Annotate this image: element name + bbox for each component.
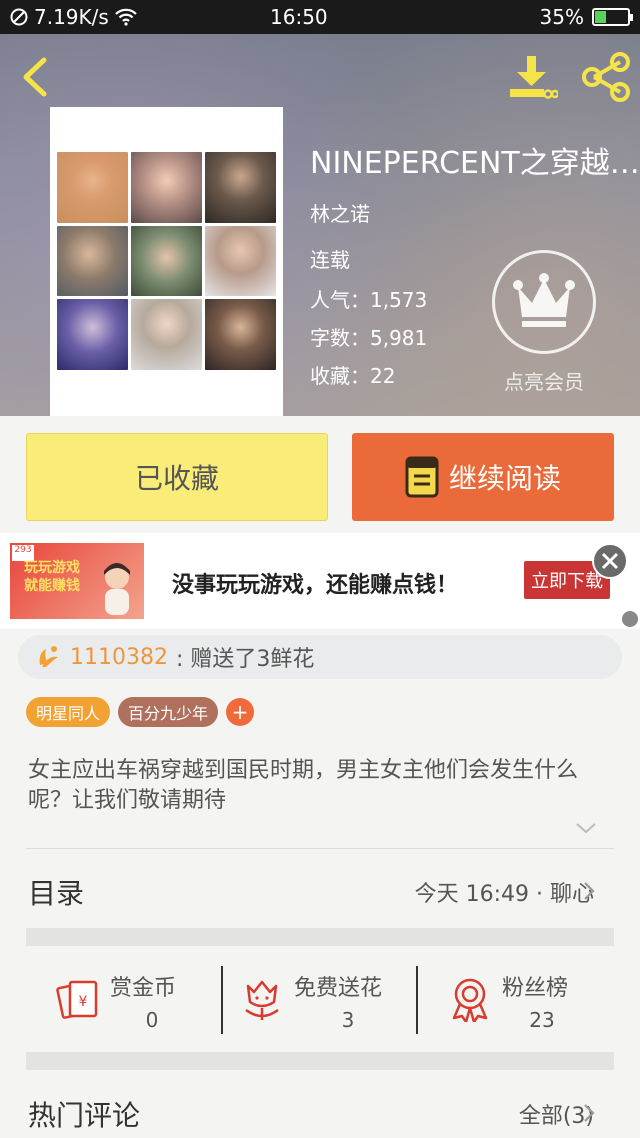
wifi-icon: [115, 8, 137, 26]
section-separator: [26, 928, 614, 946]
continue-label: 继续阅读: [448, 462, 561, 495]
chevron-down-icon[interactable]: [574, 820, 598, 836]
book-author[interactable]: 林之诺: [310, 198, 370, 227]
book-cover[interactable]: [50, 107, 283, 416]
cover-image: [57, 152, 276, 370]
download-icon[interactable]: [508, 54, 558, 100]
ad-thumb-text: 玩玩游戏 就能赚钱: [24, 560, 80, 594]
add-tag-button[interactable]: +: [226, 698, 255, 726]
chevron-right-icon[interactable]: [582, 1102, 596, 1124]
back-icon[interactable]: [14, 54, 54, 100]
book-popularity: 人气：1,573: [310, 288, 428, 312]
catalog-latest[interactable]: 今天 16:49 · 聊心: [415, 876, 594, 908]
status-bar: 7.19K/s 16:50 35%: [0, 0, 640, 34]
battery-percent: 35%: [539, 5, 584, 29]
reward-coins[interactable]: ¥ 赏金币 0: [56, 962, 206, 1038]
reward-value: 0: [145, 1008, 159, 1032]
stat-divider: [416, 966, 418, 1034]
share-icon[interactable]: [580, 52, 632, 102]
dnd-icon: [10, 8, 28, 26]
flower-icon: [245, 980, 279, 1020]
network-speed: 7.19K/s: [34, 5, 109, 29]
medal-icon: [452, 978, 488, 1022]
close-icon: [601, 552, 619, 570]
status-right: 35%: [539, 5, 633, 29]
ad-banner[interactable]: 293 玩玩游戏 就能赚钱 没事玩玩游戏，还能赚点钱！ 立即下载: [0, 533, 640, 629]
fans-value: 23: [529, 1008, 555, 1032]
section-separator: [26, 1052, 614, 1070]
fans-ranking[interactable]: 粉丝榜 23: [448, 962, 598, 1038]
stat-divider: [221, 966, 223, 1034]
hot-comments-label: 热门评论: [28, 1099, 141, 1132]
flower-icon: [39, 646, 58, 667]
status-time: 16:50: [270, 5, 328, 29]
battery-level: [595, 11, 607, 23]
tag-list: 明星同人 百分九少年 +: [26, 697, 255, 727]
flowers-label: 免费送花: [294, 976, 383, 1001]
free-flowers[interactable]: 免费送花 3: [240, 962, 410, 1038]
ad-mark-icon: [622, 611, 638, 627]
collected-button[interactable]: 已收藏: [26, 433, 328, 521]
stats-row: ¥ 赏金币 0 免费送花 3 粉丝榜 23: [0, 962, 640, 1038]
book-status: 连载: [310, 248, 350, 272]
vip-label: 点亮会员: [504, 370, 584, 394]
ad-character-icon: [104, 563, 130, 615]
tag-nine-percent[interactable]: 百分九少年: [118, 697, 219, 727]
collected-label: 已收藏: [134, 462, 219, 495]
ad-close-button[interactable]: [592, 543, 628, 579]
vip-button[interactable]: [492, 250, 596, 354]
catalog-label[interactable]: 目录: [28, 872, 84, 912]
fans-label: 粉丝榜: [502, 976, 569, 1001]
tag-star-fanfic[interactable]: 明星同人: [26, 697, 111, 727]
gift-text: : 赠送了3鲜花: [175, 647, 315, 672]
ad-text: 没事玩玩游戏，还能赚点钱！: [172, 573, 459, 598]
book-title: NINEPERCENT之穿越…: [310, 146, 640, 181]
flowers-value: 3: [341, 1008, 355, 1032]
book-description: 女主应出车祸穿越到国民时期，男主女主他们会发生什么呢？让我们敬请期待: [28, 758, 579, 813]
book-word-count: 字数：5,981: [310, 326, 428, 350]
book-icon: [405, 456, 439, 498]
status-left: 7.19K/s: [10, 5, 270, 29]
red-envelope-icon: ¥: [56, 980, 98, 1019]
crown-icon: [513, 273, 575, 327]
reward-label: 赏金币: [110, 976, 177, 1001]
divider: [26, 848, 614, 849]
battery-icon: [592, 8, 633, 26]
book-favorites: 收藏：22: [310, 364, 396, 388]
svg-text:¥: ¥: [79, 994, 88, 1010]
chevron-right-icon[interactable]: [582, 880, 596, 902]
gift-user[interactable]: 1110382: [70, 645, 168, 670]
ad-thumbnail: 293 玩玩游戏 就能赚钱: [10, 543, 144, 619]
continue-reading-button[interactable]: 继续阅读: [352, 433, 614, 521]
ad-download-label: 立即下载: [531, 571, 603, 592]
gift-notice[interactable]: 1110382 : 赠送了3鲜花: [18, 635, 622, 679]
book-header: NINEPERCENT之穿越… 林之诺 连载 人气：1,573 字数：5,981…: [0, 34, 640, 416]
